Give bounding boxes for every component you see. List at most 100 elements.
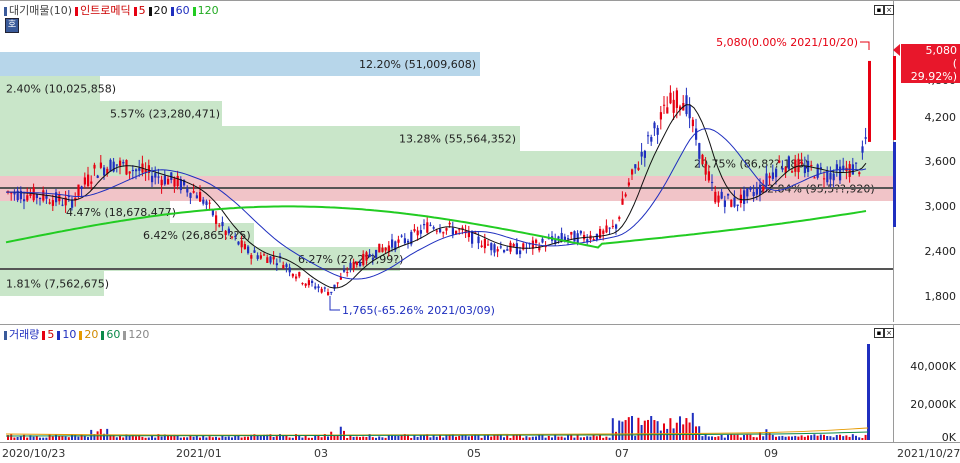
candle-body [288,267,291,273]
candle-body [35,194,38,199]
volume-bar [231,437,233,440]
side-tab-button[interactable]: 호 [5,18,19,33]
candle-body [173,178,176,187]
y-axis-label: 3,600 [924,155,957,168]
stock-chart-window: 12.20% (51,009,608) 2.40% (10,025,858) 5.5… [0,0,960,462]
volume-bar [535,436,537,440]
volume-bar [592,435,595,440]
volume-bar [800,435,803,440]
legend-vma-5[interactable]: 5 [42,328,54,342]
candle-body [781,168,784,170]
candle-body [557,236,560,239]
volume-bar [272,437,275,440]
candle-body [535,239,538,243]
y-axis-label: 3,000 [924,200,957,213]
x-axis-label: 05 [467,447,481,460]
candle-body [311,280,314,283]
candle-body [23,199,26,202]
candle-body [314,286,317,289]
volume-bar [733,434,736,440]
candle-body [103,167,106,176]
volume-bar [506,435,509,440]
scroll-indicator[interactable] [893,142,896,227]
candle-body [26,195,29,201]
candle-body [701,154,704,165]
legend-swatch [79,330,83,340]
candle-body [400,235,403,237]
close-pane-icon[interactable]: × [884,328,894,338]
candle-body [499,246,502,248]
volume-bar [439,435,441,440]
supply-band-label: 13.28% (55,564,352) [399,133,516,146]
legend-ma-label: 60 [106,328,121,341]
volume-bar [688,422,691,440]
legend-ma-5[interactable]: 5 [133,4,146,18]
volume-bar [784,436,787,440]
candle-body [352,261,355,269]
legend-vma-120[interactable]: 120 [123,328,149,342]
supply-band-label: 2.40% (10,025,858) [6,83,116,96]
candle-body [346,272,349,274]
volume-bar [211,437,214,440]
volume-bar [663,423,665,440]
legend-ma-120[interactable]: 120 [192,4,219,18]
candle-body [176,175,179,187]
volume-bar [183,437,185,440]
volume-bar [339,426,342,440]
volume-bar [410,437,413,440]
candle-body [727,193,730,196]
legend-swatch [42,330,46,340]
legend-ma-60[interactable]: 60 [170,4,190,18]
close-pane-icon[interactable]: × [884,5,894,15]
candle-body [384,247,387,251]
volume-bar [333,435,336,440]
volume-bar [842,436,845,440]
legend-item-supply[interactable]: 대기매물(10) [4,4,72,18]
candle-body [253,250,256,253]
candle-body [666,107,669,114]
candle-body [83,177,86,185]
candle-body [99,162,102,168]
volume-bar [202,435,205,440]
legend-ma-label: 5 [47,328,55,341]
candle-body [186,188,189,193]
legend-volume[interactable]: 거래량 [4,328,39,342]
volume-bar [845,435,848,440]
volume-bar [346,437,349,440]
minimize-pane-icon[interactable]: ▪ [874,328,884,338]
candle-body [599,228,602,239]
low-price-marker: 1,765(-65.26% 2021/03/09) [342,304,495,317]
legend-vma-60[interactable]: 60 [101,328,120,342]
candle-body [759,184,762,195]
candle-body [256,255,259,259]
minimize-pane-icon[interactable]: ▪ [874,5,884,15]
candle-body [477,236,480,244]
volume-bar [720,434,723,440]
candle-body [295,276,298,279]
volume-bar [391,435,393,440]
volume-bar [160,436,163,440]
candle-body [455,230,458,234]
candle-body [343,269,346,272]
legend-item-name[interactable]: 인트로메딕 [75,4,131,18]
legend-vma-10[interactable]: 10 [57,328,76,342]
candle-body [746,188,749,197]
candle-body [573,231,576,242]
legend-ma-20[interactable]: 20 [148,4,168,18]
legend-vma-20[interactable]: 20 [79,328,98,342]
legend-swatch [4,6,7,16]
volume-bar [627,417,630,440]
volume-bar [317,435,320,440]
volume-bar [467,436,470,440]
candle-body [442,232,445,234]
price-chart[interactable]: 12.20% (51,009,608) 2.40% (10,025,858) 5.5… [0,0,960,322]
volume-bar [179,437,182,440]
volume-bar [55,434,57,440]
volume-bar [685,418,688,440]
volume-pane: 거래량 5 10 20 60 120 ▪ × 40,000K 20,000K 0… [0,324,960,444]
volume-bar [813,434,816,440]
candle-body [208,202,211,204]
candle-body [301,283,304,285]
candle-body [215,215,218,224]
volume-bar [727,434,729,440]
